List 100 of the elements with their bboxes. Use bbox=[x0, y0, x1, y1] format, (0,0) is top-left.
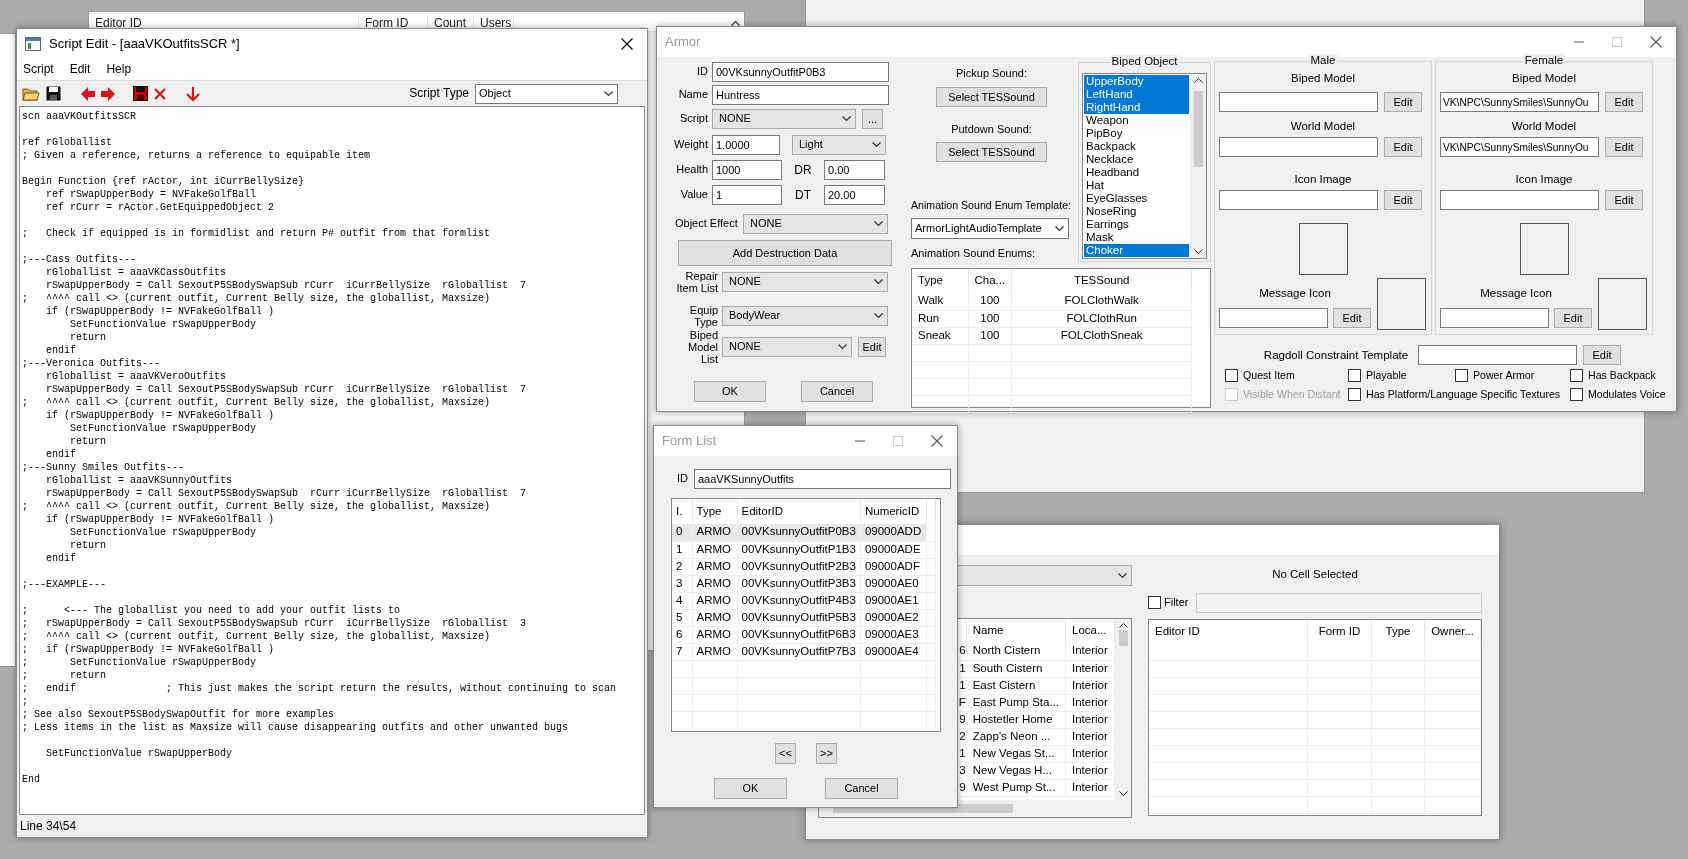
edit-button[interactable]: Edit bbox=[1384, 137, 1422, 157]
chevron-up-icon[interactable] bbox=[1193, 77, 1203, 83]
table-cell[interactable]: 00VKsunnyOutfitP2B3 bbox=[737, 558, 861, 575]
scrollbar-thumb[interactable] bbox=[1118, 630, 1128, 646]
close-icon[interactable] bbox=[931, 435, 943, 447]
path-field[interactable] bbox=[1440, 190, 1599, 210]
list-item[interactable]: Weapon bbox=[1084, 114, 1189, 127]
input-field[interactable]: 1000 bbox=[712, 160, 782, 180]
table-cell[interactable]: 6 bbox=[672, 626, 692, 643]
table-cell[interactable]: 00VKsunnyOutfitP7B3 bbox=[737, 643, 861, 660]
column-header[interactable]: Name bbox=[966, 619, 1066, 643]
column-header[interactable]: TESSound bbox=[1011, 269, 1192, 293]
filter-field[interactable] bbox=[1196, 592, 1482, 613]
list-item[interactable]: Choker bbox=[1084, 244, 1189, 257]
chevron-down-icon[interactable] bbox=[1193, 249, 1203, 255]
table-cell[interactable]: ARMO bbox=[692, 609, 737, 626]
path-field[interactable] bbox=[1219, 92, 1378, 112]
table-cell[interactable]: 00VKsunnyOutfitP3B3 bbox=[737, 575, 861, 592]
column-header[interactable]: Form ID bbox=[1307, 619, 1372, 644]
list-item[interactable]: Headband bbox=[1084, 166, 1189, 179]
table-cell[interactable]: 09000AE4 bbox=[860, 643, 927, 660]
edit-button[interactable]: Edit bbox=[1605, 137, 1643, 157]
scrollbar-thumb[interactable] bbox=[1193, 91, 1203, 167]
checkbox[interactable] bbox=[1348, 388, 1361, 401]
menu-item[interactable]: Edit bbox=[69, 62, 91, 77]
list-item[interactable]: Hat bbox=[1084, 179, 1189, 192]
table-cell[interactable]: 09000AE0 bbox=[860, 575, 927, 592]
path-field[interactable] bbox=[1219, 190, 1378, 210]
checkbox[interactable] bbox=[1348, 369, 1361, 382]
list-item[interactable]: Earrings bbox=[1084, 218, 1189, 231]
path-field[interactable] bbox=[1219, 137, 1378, 157]
table-cell[interactable]: ARMO bbox=[692, 575, 737, 592]
edit-button[interactable]: Edit bbox=[1605, 190, 1643, 210]
path-field[interactable]: VK\NPC\SunnySmiles\SunnyOu bbox=[1440, 137, 1599, 157]
table-cell[interactable]: 00VKsunnyOutfitP0B3 bbox=[737, 524, 861, 541]
column-header[interactable]: Type bbox=[912, 269, 968, 293]
scrollbar[interactable] bbox=[1190, 74, 1206, 258]
checkbox[interactable] bbox=[1570, 388, 1583, 401]
table-cell[interactable]: 09000ADD bbox=[860, 524, 927, 541]
table-cell[interactable]: 09000AE3 bbox=[860, 626, 927, 643]
table-cell[interactable]: ARMO bbox=[692, 592, 737, 609]
script-type-dropdown[interactable]: Object bbox=[475, 83, 618, 104]
table-cell[interactable]: 2 bbox=[672, 558, 692, 575]
table-cell[interactable]: 09000AE1 bbox=[860, 592, 927, 609]
list-item[interactable]: Necklace bbox=[1084, 153, 1189, 166]
equip-type-dropdown[interactable]: BodyWear bbox=[722, 306, 888, 326]
weight-class-dropdown[interactable]: Light bbox=[792, 135, 886, 155]
column-header[interactable]: Editor ID bbox=[1149, 619, 1308, 644]
left-arrow-icon[interactable] bbox=[81, 86, 95, 101]
table-cell[interactable]: ARMO bbox=[692, 558, 737, 575]
x-mark-icon[interactable] bbox=[154, 87, 166, 100]
edit-button[interactable]: Edit bbox=[1384, 92, 1422, 112]
table-cell[interactable]: 7 bbox=[672, 643, 692, 660]
table-cell[interactable]: 5 bbox=[672, 609, 692, 626]
move-down-button[interactable]: >> bbox=[816, 743, 837, 764]
input-field[interactable]: 0.00 bbox=[824, 160, 885, 180]
path-field[interactable] bbox=[1219, 308, 1328, 328]
table-cell[interactable]: 00VKsunnyOutfitP1B3 bbox=[737, 541, 861, 558]
edit-button[interactable]: Edit bbox=[1333, 308, 1371, 328]
ok-button[interactable]: OK bbox=[694, 380, 766, 402]
column-header[interactable]: Type bbox=[1371, 619, 1425, 644]
path-field[interactable] bbox=[1418, 345, 1577, 365]
input-field[interactable]: 1.0000 bbox=[712, 135, 780, 155]
ok-button[interactable]: OK bbox=[714, 778, 787, 799]
input-field[interactable]: 20.00 bbox=[824, 185, 885, 205]
checkbox[interactable] bbox=[1570, 369, 1583, 382]
edit-button[interactable]: Edit bbox=[1554, 308, 1592, 328]
edit-button[interactable]: Edit bbox=[858, 337, 886, 357]
checkbox[interactable] bbox=[1225, 369, 1238, 382]
table-cell[interactable]: 3 bbox=[672, 575, 692, 592]
edit-button[interactable]: Edit bbox=[1605, 92, 1643, 112]
move-up-button[interactable]: << bbox=[775, 743, 796, 764]
menu-item[interactable]: Script bbox=[23, 62, 54, 77]
object-effect-dropdown[interactable]: NONE bbox=[743, 213, 888, 234]
folder-icon[interactable] bbox=[22, 86, 40, 101]
table-cell[interactable]: 1 bbox=[672, 541, 692, 558]
right-arrow-icon[interactable] bbox=[101, 86, 115, 101]
table-cell[interactable]: ARMO bbox=[692, 643, 737, 660]
select-sound-button[interactable]: Select TESSound bbox=[936, 142, 1047, 163]
cancel-button[interactable]: Cancel bbox=[825, 778, 898, 799]
list-item[interactable]: RightHand bbox=[1084, 101, 1189, 114]
table-cell[interactable]: ARMO bbox=[692, 541, 737, 558]
table-cell[interactable]: 00VKsunnyOutfitP6B3 bbox=[737, 626, 861, 643]
table-cell[interactable]: 00VKsunnyOutfitP4B3 bbox=[737, 592, 861, 609]
path-field[interactable]: VK\NPC\SunnySmiles\SunnyOu bbox=[1440, 92, 1599, 112]
column-header[interactable]: Cha... bbox=[968, 269, 1012, 293]
table-cell[interactable]: 4 bbox=[672, 592, 692, 609]
browse-button[interactable]: ... bbox=[862, 109, 883, 129]
table-cell[interactable]: ARMO bbox=[692, 524, 737, 541]
biped-model-list-dropdown[interactable]: NONE bbox=[722, 337, 852, 357]
table-cell[interactable]: 0 bbox=[672, 524, 692, 541]
chevron-up-icon[interactable] bbox=[731, 20, 740, 26]
table-cell[interactable]: ARMO bbox=[692, 626, 737, 643]
input-field[interactable]: 1 bbox=[712, 185, 782, 205]
cancel-button[interactable]: Cancel bbox=[801, 380, 873, 402]
input-field[interactable]: 00VKsunnyOutfitP0B3 bbox=[712, 62, 889, 82]
checkbox[interactable] bbox=[1148, 596, 1161, 610]
close-icon[interactable] bbox=[1650, 36, 1662, 48]
close-icon[interactable] bbox=[621, 38, 633, 50]
table-cell[interactable]: 09000AE2 bbox=[860, 609, 927, 626]
